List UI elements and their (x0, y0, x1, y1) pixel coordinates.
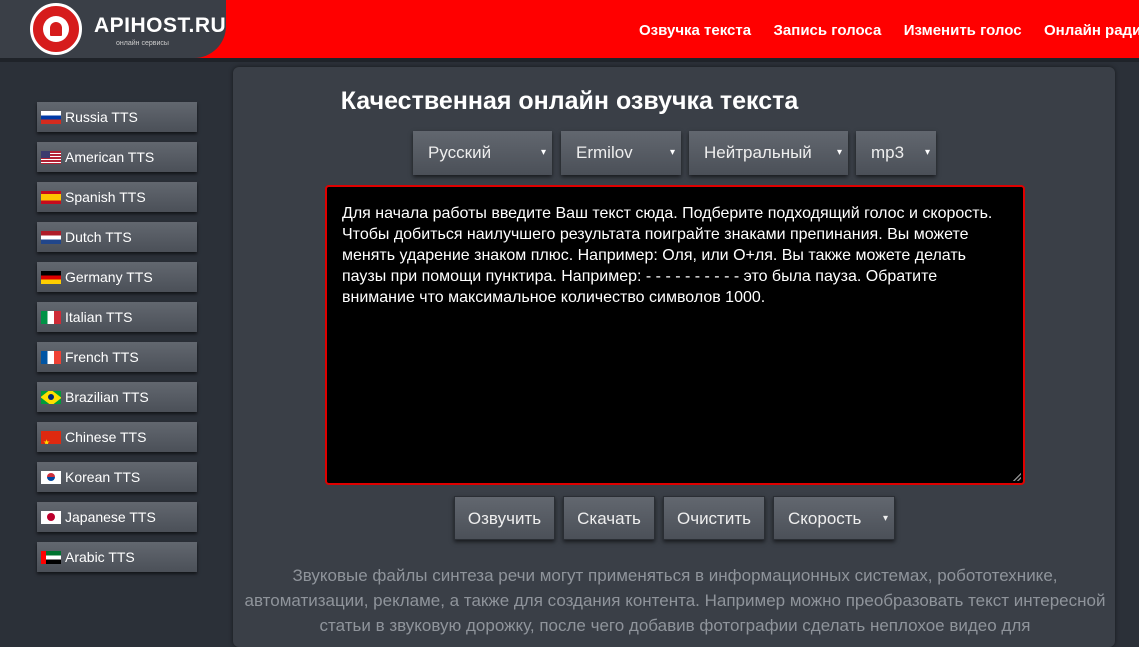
china-flag-icon (41, 430, 61, 444)
sidebar-item-chinese[interactable]: Chinese TTS (37, 422, 197, 452)
text-input[interactable]: Для начала работы введите Ваш текст сюда… (325, 185, 1025, 485)
sidebar-item-label: Italian TTS (65, 309, 133, 325)
germany-flag-icon (41, 270, 61, 284)
language-select[interactable]: Русский ▾ (413, 131, 552, 175)
speak-button[interactable]: Озвучить (454, 496, 555, 540)
france-flag-icon (41, 350, 61, 364)
sidebar-item-label: Arabic TTS (65, 549, 135, 565)
logo-icon (30, 3, 82, 55)
sidebar-item-label: American TTS (65, 149, 155, 165)
chevron-down-icon: ▾ (882, 513, 888, 524)
uae-flag-icon (41, 550, 61, 564)
sidebar-item-brazilian[interactable]: Brazilian TTS (37, 382, 197, 412)
sidebar-item-label: Korean TTS (65, 469, 141, 485)
sidebar-item-japanese[interactable]: Japanese TTS (37, 502, 197, 532)
sidebar-item-french[interactable]: French TTS (37, 342, 197, 372)
chevron-down-icon: ▾ (924, 147, 930, 158)
sidebar-item-germany[interactable]: Germany TTS (37, 262, 197, 292)
logo-title: APIHOST.RU (94, 14, 227, 37)
sidebar-item-label: Japanese TTS (65, 509, 156, 525)
download-button[interactable]: Скачать (563, 496, 655, 540)
text-input-value: Для начала работы введите Ваш текст сюда… (342, 205, 993, 306)
format-select[interactable]: mp3 ▾ (856, 131, 936, 175)
netherlands-flag-icon (41, 230, 61, 244)
sidebar-item-american[interactable]: American TTS (37, 142, 197, 172)
speed-select[interactable]: Скорость ▾ (773, 496, 895, 540)
nav-voice-change[interactable]: Изменить голос (904, 22, 1022, 39)
site-header: APIHOST.RU онлайн сервисы Озвучка текста… (0, 0, 1139, 58)
header-divider (0, 58, 1139, 62)
clear-button[interactable]: Очистить (663, 496, 765, 540)
sidebar-item-label: Germany TTS (65, 269, 153, 285)
format-select-value: mp3 (871, 143, 905, 162)
italy-flag-icon (41, 310, 61, 324)
emotion-select[interactable]: Нейтральный ▾ (689, 131, 848, 175)
nav-voice-record[interactable]: Запись голоса (774, 22, 882, 39)
sidebar-item-korean[interactable]: Korean TTS (37, 462, 197, 492)
usa-flag-icon (41, 150, 61, 164)
nav-online-radio[interactable]: Онлайн радио (1044, 22, 1139, 39)
korea-flag-icon (41, 470, 61, 484)
logo[interactable]: APIHOST.RU онлайн сервисы (0, 0, 226, 58)
brazil-flag-icon (41, 390, 61, 404)
chevron-down-icon: ▾ (836, 147, 842, 158)
spain-flag-icon (41, 190, 61, 204)
sidebar-item-label: French TTS (65, 349, 139, 365)
sidebar-item-label: Spanish TTS (65, 189, 146, 205)
sidebar-item-italian[interactable]: Italian TTS (37, 302, 197, 332)
sidebar-item-spanish[interactable]: Spanish TTS (37, 182, 197, 212)
chevron-down-icon: ▾ (669, 147, 675, 158)
emotion-select-value: Нейтральный (704, 143, 812, 162)
japan-flag-icon (41, 510, 61, 524)
page-title: Качественная онлайн озвучка текста (340, 87, 799, 115)
description-text: Звуковые файлы синтеза речи могут примен… (244, 566, 1106, 635)
voice-select[interactable]: Ermilov ▾ (561, 131, 681, 175)
nav-tts[interactable]: Озвучка текста (639, 22, 751, 39)
resize-handle-icon[interactable] (1013, 473, 1021, 481)
logo-subtitle: онлайн сервисы (116, 40, 169, 47)
sidebar-item-label: Brazilian TTS (65, 389, 149, 405)
sidebar-item-label: Dutch TTS (65, 229, 132, 245)
sidebar-item-arabic[interactable]: Arabic TTS (37, 542, 197, 572)
chevron-down-icon: ▾ (540, 147, 546, 158)
top-nav: Озвучка текста Запись голоса Изменить го… (639, 22, 1139, 40)
sidebar: Russia TTS American TTS Spanish TTS Dutc… (37, 102, 197, 582)
sidebar-item-dutch[interactable]: Dutch TTS (37, 222, 197, 252)
speed-select-label: Скорость (788, 509, 862, 528)
sidebar-item-label: Chinese TTS (65, 429, 147, 445)
voice-select-value: Ermilov (576, 143, 633, 162)
language-select-value: Русский (428, 143, 492, 162)
